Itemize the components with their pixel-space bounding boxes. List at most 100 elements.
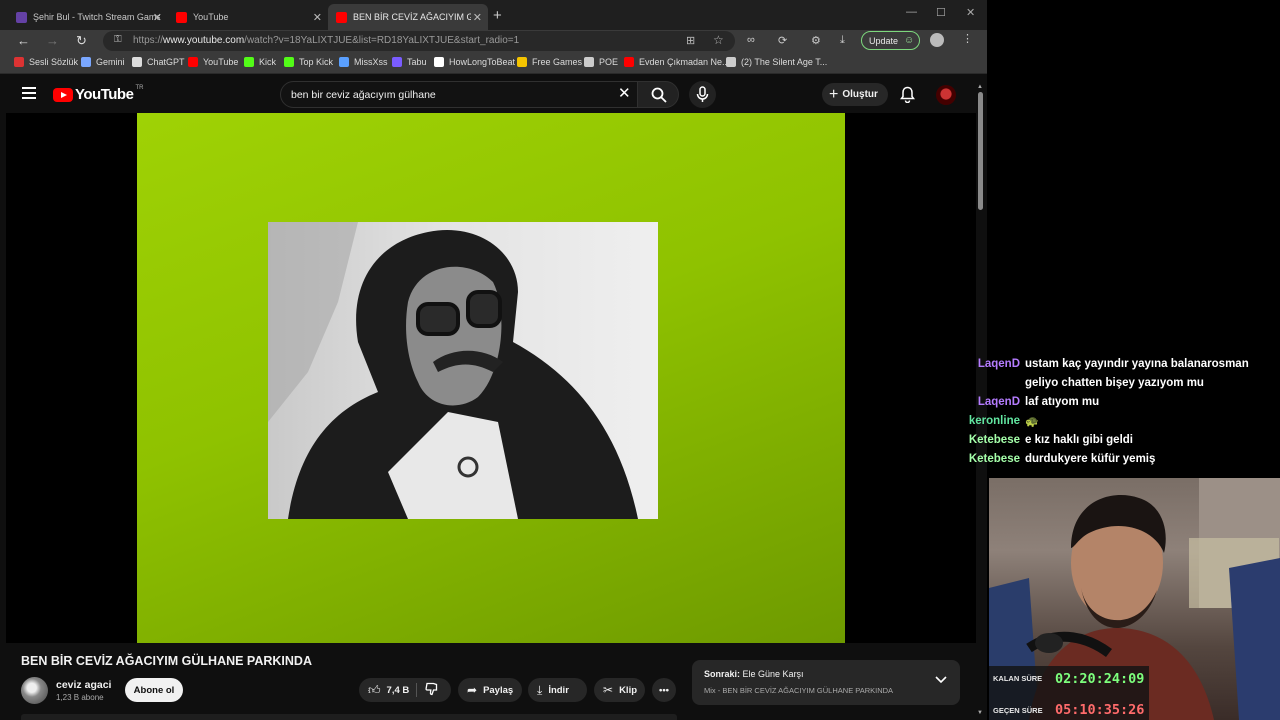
profile-avatar[interactable]: [930, 33, 944, 47]
tab-youtube[interactable]: YouTube ✕: [168, 4, 328, 30]
folder-icon: [584, 57, 594, 67]
download-icon[interactable]: ⤓: [840, 34, 845, 47]
notifications-bell-icon[interactable]: [900, 86, 915, 103]
download-button[interactable]: ⤓ İndir: [528, 678, 587, 702]
chat-text: geliyo chatten bişey yazıyom mu: [1025, 377, 1204, 389]
plus-icon: +: [829, 85, 839, 103]
site-info-icon[interactable]: ⚿: [114, 34, 122, 45]
bookmark-label: Gemini: [96, 57, 125, 67]
scroll-up-icon[interactable]: ▲: [977, 84, 983, 90]
remaining-time-value: 02:20:24:09: [1055, 671, 1145, 687]
chat-username[interactable]: LaqenD: [960, 358, 1020, 370]
bookmark-star-icon[interactable]: ☆: [713, 33, 724, 47]
bookmark-item[interactable]: YouTube: [188, 57, 238, 67]
bookmark-label: YouTube: [203, 57, 239, 67]
chevron-down-icon[interactable]: [935, 676, 947, 684]
bookmark-label: Tabu: [407, 57, 427, 67]
address-bar[interactable]: ⚿ https://www.youtube.com/watch?v=18YaLI…: [103, 31, 735, 51]
bookmark-label: MissXss: [354, 57, 388, 67]
update-icon: ☺: [904, 35, 915, 46]
chat-text: ustam kaç yayındır yayına balanarosman: [1025, 358, 1249, 370]
maximize-icon[interactable]: ☐: [936, 6, 946, 19]
kick-icon: [244, 57, 254, 67]
chat-text: e kız haklı gibi geldi: [1025, 434, 1133, 446]
install-app-icon[interactable]: ⊞: [686, 34, 695, 47]
share-button[interactable]: ➦ Paylaş: [458, 678, 522, 702]
bookmark-item[interactable]: POE: [584, 57, 618, 67]
tabu-icon: [392, 57, 402, 67]
stream-timers: KALAN SÜRE 02:20:24:09 GEÇEN SÜRE 05:10:…: [989, 666, 1149, 720]
search-input[interactable]: ben bir ceviz ağacıyım gülhane: [280, 81, 640, 108]
close-icon[interactable]: ✕: [473, 11, 482, 24]
bookmark-label: Top Kick: [299, 57, 334, 67]
bookmark-item[interactable]: ChatGPT: [132, 57, 185, 67]
bookmark-label: HowLongToBeat: [449, 57, 516, 67]
clear-search-icon[interactable]: ✕: [618, 84, 631, 102]
video-frame[interactable]: [137, 113, 845, 643]
forward-icon[interactable]: →: [46, 33, 59, 48]
reload-icon[interactable]: ↻: [76, 33, 87, 49]
bookmark-item[interactable]: Free Games: [517, 57, 582, 67]
close-icon[interactable]: ✕: [313, 11, 322, 24]
bookmark-item[interactable]: Tabu: [392, 57, 427, 67]
video-portrait-image: [268, 222, 658, 519]
scroll-down-icon[interactable]: ▼: [977, 710, 983, 716]
create-button[interactable]: + Oluştur: [822, 83, 888, 106]
bookmark-label: Free Games: [532, 57, 583, 67]
new-tab-icon[interactable]: +: [493, 7, 502, 24]
back-icon[interactable]: ←: [17, 33, 30, 48]
thumbs-up-icon[interactable]: 👍︎: [368, 683, 381, 698]
account-avatar[interactable]: [936, 85, 956, 105]
bookmark-item[interactable]: MissXss: [339, 57, 388, 67]
bookmarks-bar: Sesli Sözlük Gemini ChatGPT YouTube Kick Top …: [0, 52, 987, 74]
video-player[interactable]: [6, 113, 976, 643]
search-button[interactable]: [637, 81, 679, 108]
remaining-time-label: KALAN SÜRE: [993, 674, 1043, 683]
like-count[interactable]: 7,4 B: [387, 685, 410, 696]
tab-video[interactable]: BEN BİR CEVİZ AĞACIYIM GÜLHANE ✕: [328, 4, 488, 30]
chat-username[interactable]: Ketebese: [960, 434, 1020, 446]
chat-username[interactable]: LaqenD: [960, 396, 1020, 408]
channel-avatar[interactable]: [21, 677, 48, 704]
up-next-panel[interactable]: Sonraki: Ele Güne Karşı Mix - BEN BİR CE…: [692, 660, 960, 705]
kick-icon: [284, 57, 294, 67]
youtube-logo[interactable]: YouTube TR: [53, 85, 143, 103]
bookmark-label: (2) The Silent Age T...: [741, 57, 828, 67]
twitch-icon: [16, 11, 27, 23]
minimize-icon[interactable]: —: [906, 6, 917, 18]
bookmark-label: POE: [599, 57, 619, 67]
close-icon[interactable]: ✕: [153, 11, 162, 24]
bookmark-item[interactable]: Evden Çıkmadan Ne...: [624, 57, 730, 67]
more-actions-button[interactable]: •••: [652, 678, 676, 702]
download-icon: ⤓: [537, 682, 543, 697]
clip-button[interactable]: ✂ Klip: [594, 678, 645, 702]
update-button[interactable]: Update ☺: [861, 31, 920, 50]
menu-icon[interactable]: [22, 87, 36, 99]
extension-icon[interactable]: ∞: [747, 34, 755, 46]
bookmark-item[interactable]: Kick: [244, 57, 276, 67]
screen: Şehir Bul - Twitch Stream Games ✕ YouTub…: [0, 0, 1280, 720]
gemini-icon: [81, 57, 91, 67]
menu-dots-icon[interactable]: ⋮: [962, 32, 973, 45]
url-text: https://www.youtube.com/watch?v=18YaLIXT…: [133, 35, 520, 46]
bookmark-item[interactable]: Gemini: [81, 57, 125, 67]
bookmark-item[interactable]: Top Kick: [284, 57, 333, 67]
thumbs-down-icon[interactable]: [425, 682, 439, 699]
youtube-icon: [176, 11, 187, 23]
bookmark-item[interactable]: HowLongToBeat: [434, 57, 515, 67]
bookmark-item[interactable]: Sesli Sözlük: [14, 57, 78, 67]
window-close-icon[interactable]: ✕: [966, 6, 975, 19]
extensions-icon[interactable]: ⚙: [811, 34, 821, 47]
channel-name[interactable]: ceviz agaci: [56, 679, 111, 691]
subscribe-button[interactable]: Abone ol: [125, 678, 183, 702]
voice-search-button[interactable]: [689, 81, 716, 108]
video-title: BEN BİR CEVİZ AĞACIYIM GÜLHANE PARKINDA: [21, 654, 312, 668]
scrollbar-thumb[interactable]: [978, 92, 983, 210]
globe-icon: [726, 57, 736, 67]
tab-twitch[interactable]: Şehir Bul - Twitch Stream Games ✕: [8, 4, 168, 30]
chat-username[interactable]: keronline: [960, 415, 1020, 427]
puzzle-icon[interactable]: ⟳: [778, 34, 787, 47]
chat-username[interactable]: Ketebese: [960, 453, 1020, 465]
bookmark-label: ChatGPT: [147, 57, 185, 67]
bookmark-item[interactable]: (2) The Silent Age T...: [726, 57, 827, 67]
